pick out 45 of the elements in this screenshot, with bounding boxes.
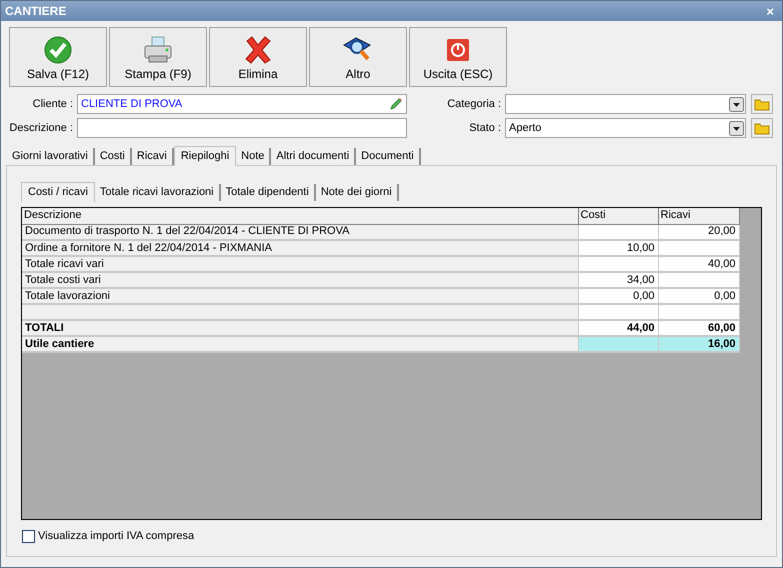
printer-icon [142, 34, 174, 64]
checkbox-label: Visualizza importi IVA compresa [38, 529, 194, 544]
field-label: Descrizione : [8, 120, 74, 136]
table-cell: 16,00 [658, 336, 739, 352]
column-header: Descrizione [22, 208, 578, 224]
field-label: Categoria : [446, 96, 502, 112]
table-cell: 0,00 [658, 288, 739, 304]
toolbar-button[interactable]: Altro [309, 27, 407, 87]
input-field[interactable] [77, 118, 407, 138]
column-header: Ricavi [658, 208, 739, 224]
table-cell: Totale costi vari [22, 272, 578, 288]
table-cell: 44,00 [578, 320, 658, 336]
field-label: Cliente : [32, 96, 74, 112]
table-cell: 60,00 [658, 320, 739, 336]
tab[interactable]: Riepiloghi [174, 146, 236, 166]
pencil-icon[interactable] [389, 97, 403, 111]
check-icon [43, 34, 73, 64]
folder-button[interactable] [751, 94, 773, 114]
cross-icon [243, 34, 273, 64]
tab[interactable]: Costi / ricavi [21, 182, 95, 202]
column-header: Costi [578, 208, 658, 224]
dropdown[interactable]: Aperto [505, 118, 746, 138]
table-cell: Ordine a fornitore N. 1 del 22/04/2014 - PIXMANIA [22, 240, 578, 256]
table-cell: Documento di trasporto N. 1 del 22/04/2014 - CLIENTE DI PROVA [22, 224, 578, 240]
table-cell: Totale lavorazioni [22, 288, 578, 304]
power-icon [446, 38, 470, 62]
toolbar-button[interactable]: Elimina [209, 27, 307, 87]
toolbar-button[interactable]: Salva (F12) [9, 27, 107, 87]
folder-button[interactable] [751, 118, 773, 138]
table-cell: Totale ricavi vari [22, 256, 578, 272]
field-label: Stato : [468, 120, 502, 136]
table-cell: TOTALI [22, 320, 578, 336]
toolbar-button[interactable]: Stampa (F9) [109, 27, 207, 87]
folder-icon [754, 97, 770, 111]
toolbar-button[interactable]: Uscita (ESC) [409, 27, 507, 87]
table-cell: 34,00 [578, 272, 658, 288]
table-cell: 10,00 [578, 240, 658, 256]
table-cell: 20,00 [658, 224, 739, 240]
input-field[interactable]: CLIENTE DI PROVA [77, 94, 407, 114]
table-cell: 0,00 [578, 288, 658, 304]
checkbox[interactable] [22, 530, 35, 543]
table-cell: 40,00 [658, 256, 739, 272]
table-cell: Utile cantiere [22, 336, 578, 352]
folder-icon [754, 121, 770, 135]
window-title: CANTIERE [5, 3, 66, 20]
